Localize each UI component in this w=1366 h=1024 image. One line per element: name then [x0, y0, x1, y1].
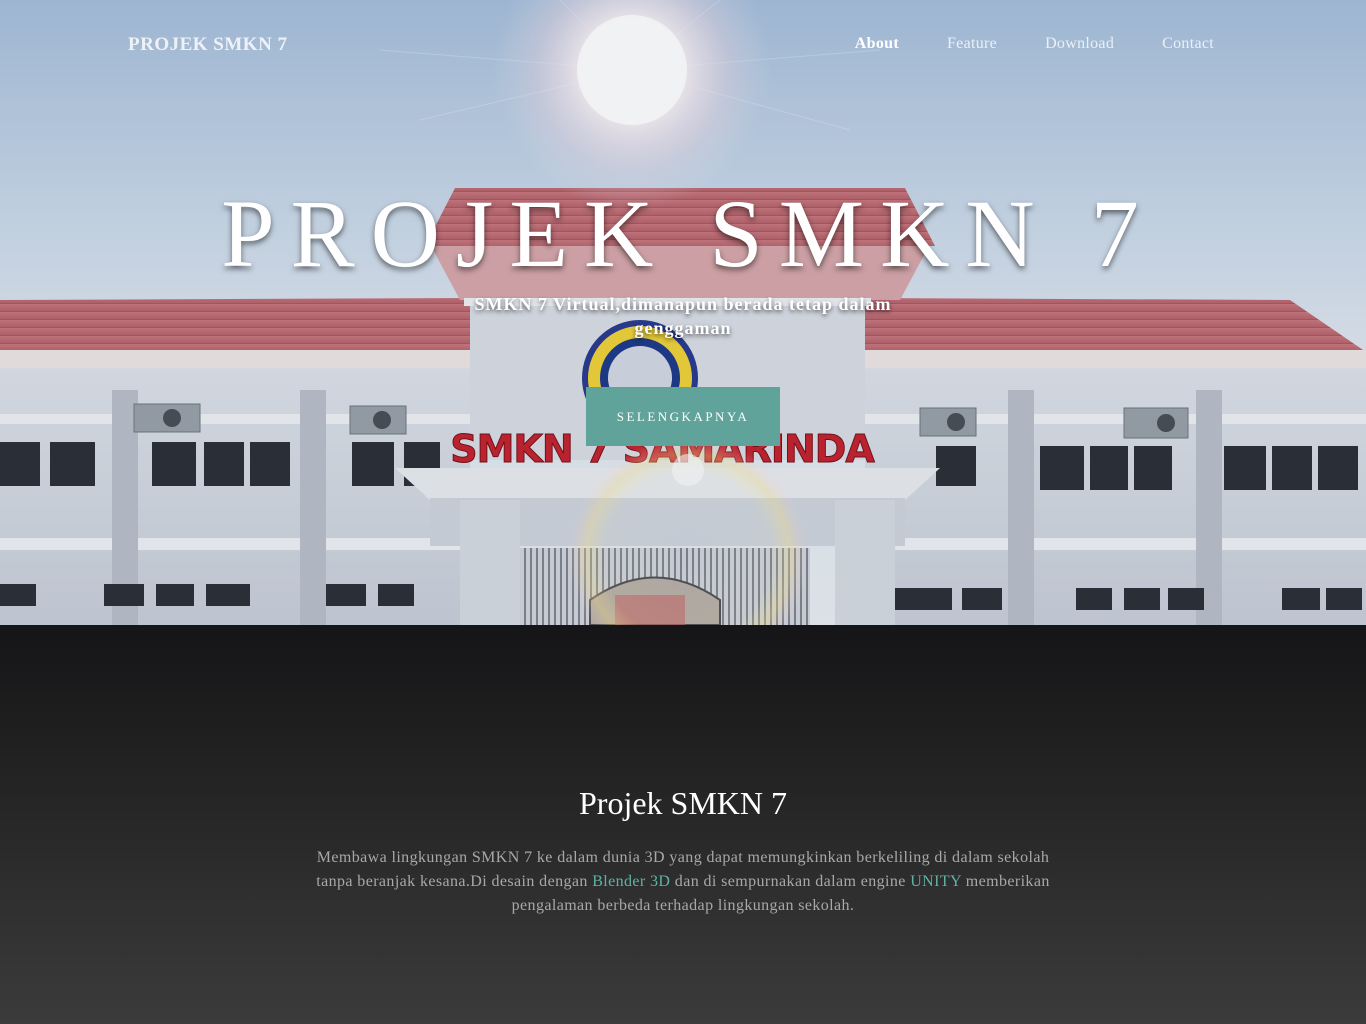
selengkapnya-button[interactable]: SELENGKAPNYA	[586, 387, 780, 446]
nav-link-contact[interactable]: Contact	[1162, 35, 1214, 53]
about-description: Membawa lingkungan SMKN 7 ke dalam dunia…	[303, 846, 1063, 918]
hero-section: SMKN 7 SAMARINDA PROJEK SMKN 7 About Fea…	[0, 0, 1366, 625]
blender-3d-highlight: Blender 3D	[592, 873, 671, 890]
nav-link-download[interactable]: Download	[1045, 35, 1114, 53]
unity-highlight: UNITY	[910, 873, 962, 890]
nav-link-about[interactable]: About	[855, 35, 899, 53]
about-title: Projek SMKN 7	[578, 785, 787, 821]
about-text-part-2: dan di sempurnakan dalam engine	[670, 873, 911, 890]
hero-subtitle: SMKN 7 Virtual,dimanapun berada tetap da…	[474, 294, 892, 338]
nav-link-feature[interactable]: Feature	[947, 35, 997, 53]
brand-logo[interactable]: PROJEK SMKN 7	[128, 34, 288, 56]
about-section: Projek SMKN 7 Membawa lingkungan SMKN 7 …	[0, 625, 1366, 1024]
main-nav: About Feature Download Contact	[807, 35, 1214, 53]
hero-title: PROJEK SMKN 7	[221, 180, 1155, 287]
